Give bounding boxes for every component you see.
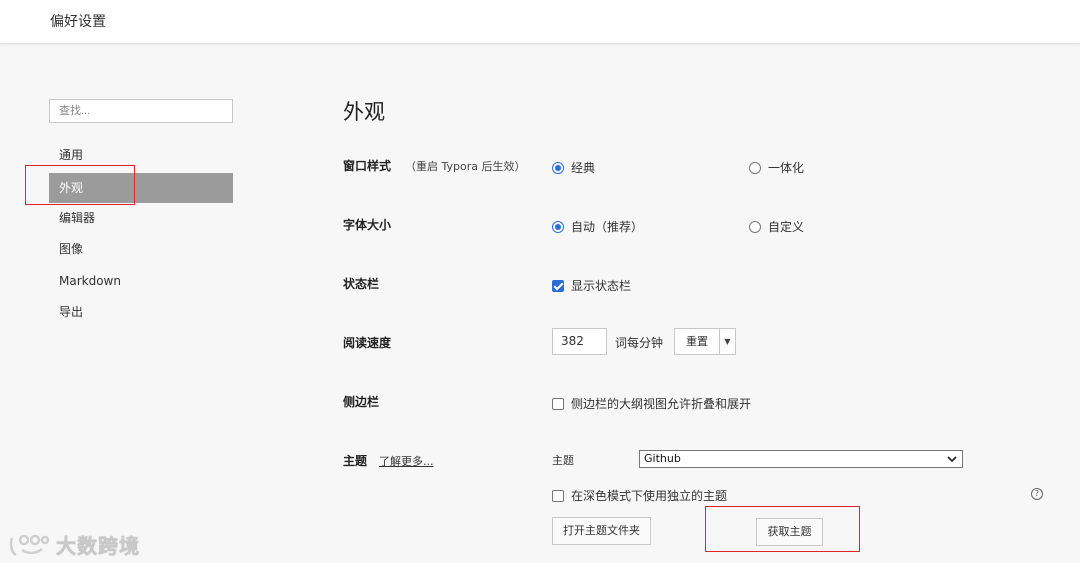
watermark: 大数跨境 — [8, 530, 140, 559]
font-size-custom-radio[interactable]: 自定义 — [749, 218, 804, 235]
theme-select-value: Github — [644, 452, 681, 465]
page-title: 外观 — [343, 100, 385, 124]
reading-speed-unit: 词每分钟 — [615, 336, 664, 350]
reading-speed-label: 阅读速度 — [343, 336, 392, 350]
window-style-label: 窗口样式 （重启 Typora 后生效） — [343, 157, 526, 174]
highlight-box-appearance — [25, 165, 135, 205]
sidebar-section-label: 侧边栏 — [343, 395, 380, 409]
reset-button[interactable]: 重置 — [675, 329, 720, 354]
checkbox-label: 在深色模式下使用独立的主题 — [571, 489, 728, 503]
highlight-box-get-themes — [705, 506, 860, 552]
title-bar: 偏好设置 — [0, 0, 1080, 44]
theme-select-label: 主题 — [552, 454, 574, 467]
reading-speed-input[interactable]: 382 — [552, 328, 607, 355]
chevron-down-icon — [947, 456, 957, 463]
restart-hint: （重启 Typora 后生效） — [405, 160, 526, 173]
status-bar-label: 状态栏 — [343, 277, 380, 291]
show-status-bar-checkbox[interactable]: 显示状态栏 — [552, 277, 631, 294]
theme-select[interactable]: Github — [639, 450, 963, 468]
option-label: 自定义 — [768, 220, 805, 234]
checkbox-icon — [552, 489, 564, 502]
window-style-unified-radio[interactable]: 一体化 — [749, 159, 804, 176]
sidebar-item-label: Markdown — [59, 274, 121, 288]
sidebar-item-label: 通用 — [59, 148, 84, 162]
radio-icon — [749, 220, 761, 233]
watermark-logo-icon — [9, 534, 50, 556]
font-size-auto-radio[interactable]: 自动（推荐） — [552, 218, 643, 235]
sidebar-item-export[interactable]: 导出 — [49, 297, 233, 327]
search-input[interactable] — [49, 99, 233, 123]
checkbox-label: 显示状态栏 — [571, 279, 632, 293]
sidebar-item-image[interactable]: 图像 — [49, 234, 233, 264]
outline-collapse-checkbox[interactable]: 侧边栏的大纲视图允许折叠和展开 — [552, 395, 751, 412]
learn-more-link[interactable]: 了解更多... — [379, 453, 434, 469]
watermark-text: 大数跨境 — [56, 534, 140, 558]
sidebar-item-editor[interactable]: 编辑器 — [49, 203, 233, 233]
option-label: 经典 — [571, 161, 596, 175]
font-size-label: 字体大小 — [343, 218, 392, 232]
checkbox-label: 侧边栏的大纲视图允许折叠和展开 — [571, 397, 752, 411]
checkbox-icon — [552, 397, 564, 410]
theme-label: 主题 — [343, 454, 368, 468]
sidebar-item-label: 图像 — [59, 242, 84, 256]
sidebar-item-label: 编辑器 — [59, 211, 96, 225]
dropdown-caret-icon[interactable]: ▼ — [720, 329, 735, 354]
sidebar-item-label: 导出 — [59, 305, 84, 319]
window-title: 偏好设置 — [50, 14, 106, 30]
option-label: 一体化 — [768, 161, 805, 175]
reset-split-button[interactable]: 重置 ▼ — [674, 328, 736, 355]
dark-mode-theme-checkbox[interactable]: 在深色模式下使用独立的主题 — [552, 487, 727, 504]
help-icon[interactable]: ? — [1031, 488, 1043, 500]
radio-selected-icon — [552, 161, 564, 174]
open-theme-folder-button[interactable]: 打开主题文件夹 — [552, 517, 651, 545]
radio-selected-icon — [552, 220, 564, 233]
sidebar-item-markdown[interactable]: Markdown — [49, 266, 233, 296]
radio-icon — [749, 161, 761, 174]
checkbox-checked-icon — [552, 279, 564, 292]
window-style-classic-radio[interactable]: 经典 — [552, 159, 595, 176]
option-label: 自动（推荐） — [571, 220, 644, 234]
window-style-label-text: 窗口样式 — [343, 159, 392, 173]
